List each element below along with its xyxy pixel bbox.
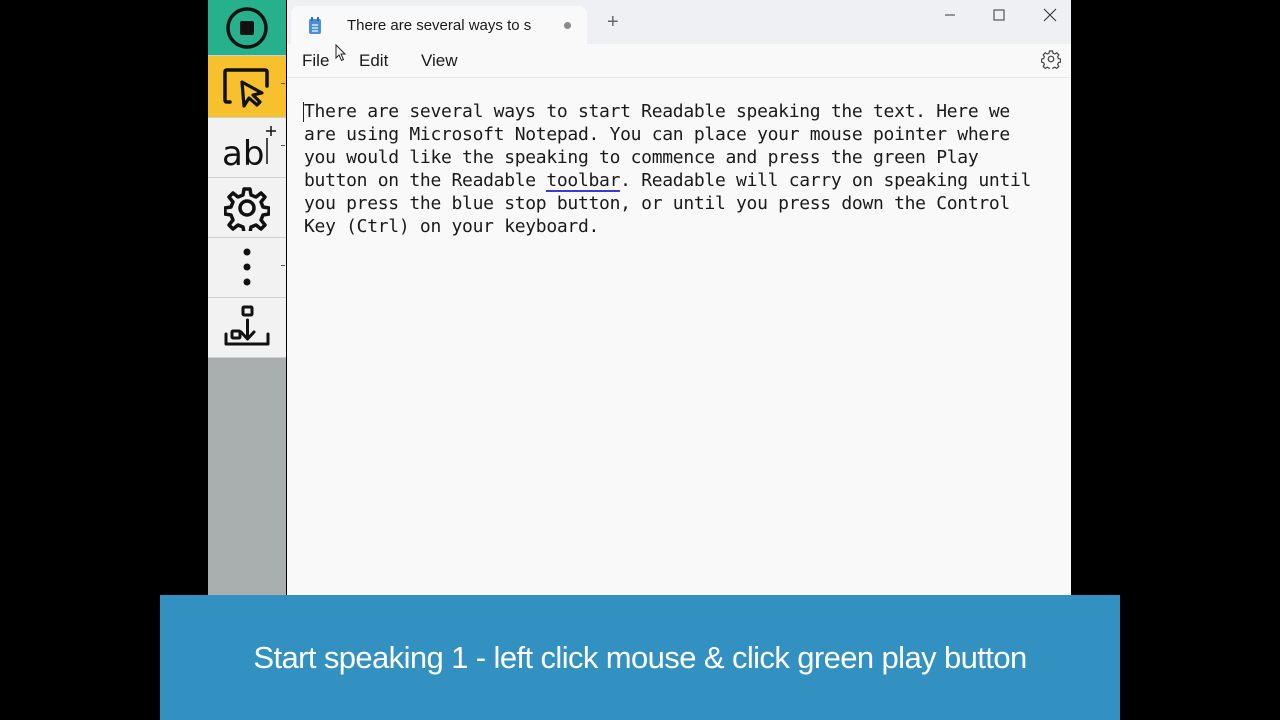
caption-text: Start speaking 1 - left click mouse & cl…	[253, 639, 1027, 675]
text-line: There are several ways to start Readable…	[304, 101, 1010, 122]
pointer-play-icon	[223, 67, 269, 108]
close-icon[interactable]	[1027, 4, 1073, 26]
stop-icon	[226, 6, 268, 49]
tab-title: There are several ways to s	[347, 17, 532, 34]
play-pointer-button[interactable]	[208, 56, 286, 118]
settings-button[interactable]	[208, 178, 286, 238]
dropdown-caret	[281, 83, 285, 84]
stop-button[interactable]	[208, 0, 286, 56]
text-line: you would like the speaking to commence …	[304, 147, 979, 168]
misspelled-word[interactable]: toolbar	[546, 170, 620, 191]
notepad-window: There are several ways to s + File Edit …	[287, 0, 1071, 600]
mouse-cursor-icon	[335, 44, 347, 62]
notepad-icon	[309, 17, 321, 34]
new-tab-button[interactable]: +	[607, 12, 619, 32]
ab-text-label: ab	[222, 134, 264, 174]
more-button[interactable]	[208, 238, 286, 298]
maximize-icon[interactable]	[976, 4, 1022, 26]
menu-bar: File Edit View	[287, 44, 1071, 78]
text-line: button on the Readable	[304, 170, 547, 191]
tab-bar: There are several ways to s +	[287, 0, 1071, 44]
dock-icon	[224, 305, 270, 345]
menu-edit[interactable]: Edit	[359, 51, 388, 71]
gear-icon	[224, 186, 270, 231]
text-line: you press the blue stop button, or until…	[304, 193, 1010, 214]
ab-text-button[interactable]: ab	[208, 118, 286, 178]
ab-text-icon: ab	[222, 125, 276, 174]
dock-button[interactable]	[208, 298, 286, 358]
dropdown-caret	[281, 265, 285, 266]
more-vertical-icon	[243, 248, 251, 285]
text-line: are using Microsoft Notepad. You can pla…	[304, 124, 1010, 145]
unsaved-dot-icon[interactable]	[564, 22, 571, 29]
minimize-icon[interactable]	[927, 4, 973, 26]
dropdown-caret	[281, 145, 285, 146]
text-line: Key (Ctrl) on your keyboard.	[304, 216, 600, 237]
caption-banner: Start speaking 1 - left click mouse & cl…	[160, 595, 1120, 720]
text-editor[interactable]: There are several ways to start Readable…	[304, 100, 1074, 238]
settings-gear-icon[interactable]	[1041, 49, 1061, 69]
menu-file[interactable]: File	[302, 51, 329, 71]
text-line: . Readable will carry on speaking until	[620, 170, 1032, 191]
menu-view[interactable]: View	[421, 51, 458, 71]
document-tab[interactable]: There are several ways to s	[291, 6, 587, 44]
